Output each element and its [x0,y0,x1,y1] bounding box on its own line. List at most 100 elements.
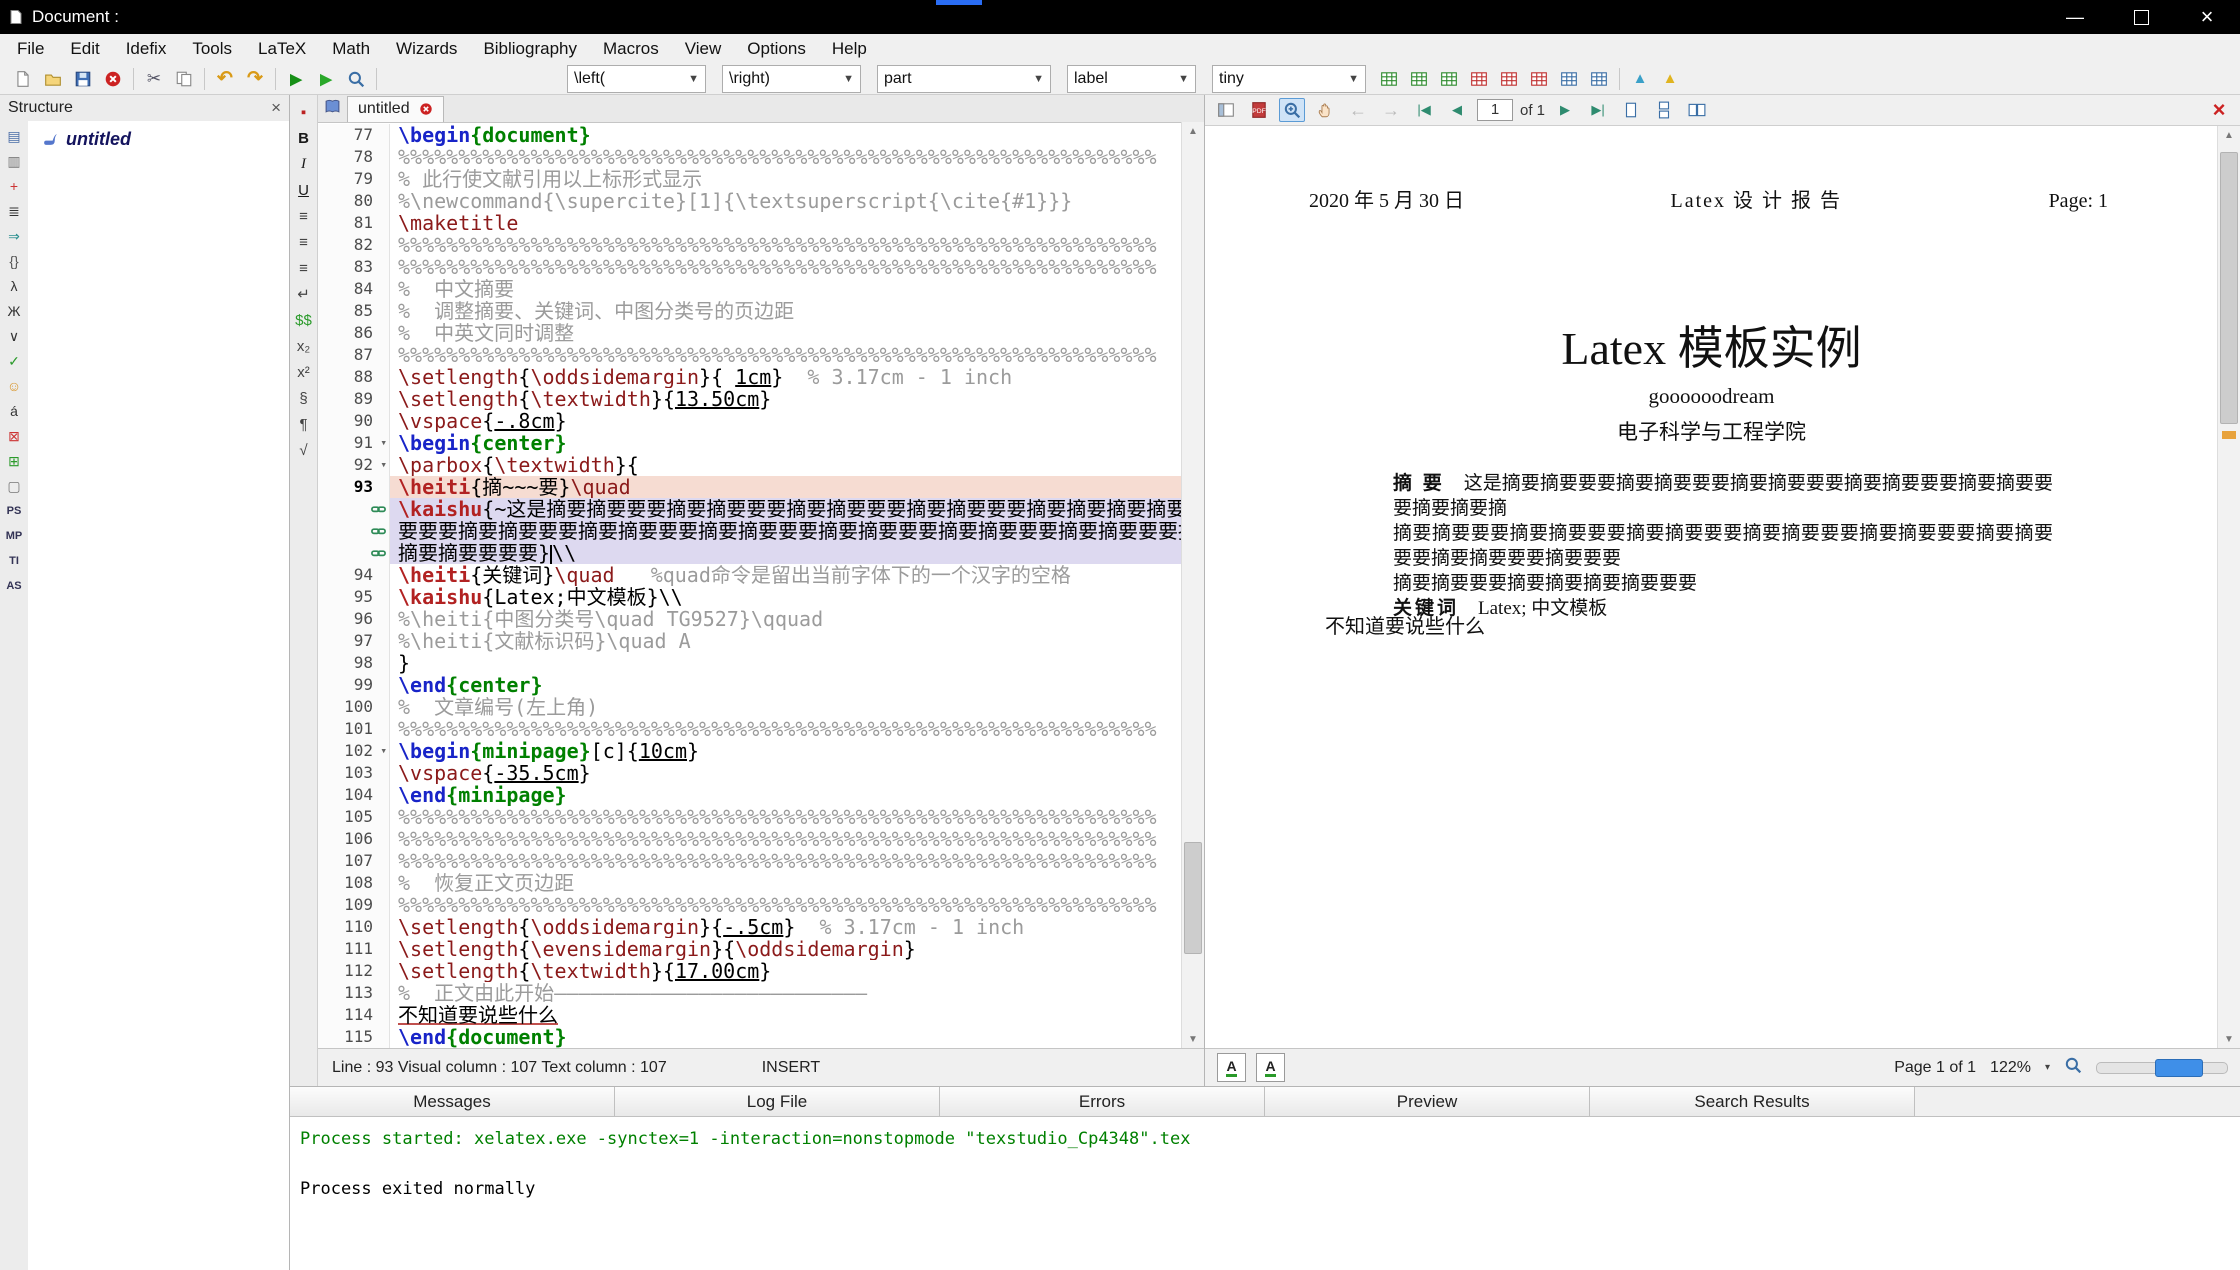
line-number-gutter[interactable] [318,520,390,542]
line-number-gutter[interactable]: 91 ▾ [318,432,390,454]
print-pdf-icon[interactable]: PDF [1246,98,1272,122]
output-tab-search-results[interactable]: Search Results [1590,1087,1915,1117]
zoom-slider[interactable] [2096,1058,2228,1077]
cut-icon[interactable]: ✂ [139,65,169,93]
section-symbol-icon[interactable]: § [292,387,316,409]
zoom-slider-thumb[interactable] [2155,1058,2203,1077]
code-line[interactable]: 112 \setlength{\textwidth}{17.00cm} [318,960,1182,982]
code-line[interactable]: 87%%%%%%%%%%%%%%%%%%%%%%%%%%%%%%%%%%%%%%… [318,344,1182,366]
tab-close-icon[interactable] [419,102,433,116]
zoom-out-icon[interactable] [2064,1056,2082,1079]
bullet-icon[interactable]: ▪ [292,101,316,123]
scroll-down-icon[interactable]: ▼ [1182,1030,1204,1048]
menu-item-view[interactable]: View [672,39,735,59]
menu-item-math[interactable]: Math [319,39,383,59]
line-number-gutter[interactable]: 94 [318,564,390,586]
code-line[interactable]: 100 % 文章编号(左上角) [318,696,1182,718]
fold-marker-icon[interactable]: ▾ [380,454,387,476]
line-number-gutter[interactable]: 113 [318,982,390,1004]
table-remove-column-icon[interactable] [1494,65,1524,93]
pdf-scrollbar-thumb[interactable] [2220,152,2238,424]
pdf-page[interactable]: 2020 年 5 月 30 日 Latex 设 计 报 告 Page: 1 La… [1205,126,2218,1048]
code-line[interactable]: 77 \begin{document} [318,124,1182,146]
line-number-gutter[interactable]: 105 [318,806,390,828]
linebreak-icon[interactable]: ↵ [292,283,316,305]
table-add-column-icon[interactable] [1434,65,1464,93]
line-number-gutter[interactable] [318,498,390,520]
output-tab-errors[interactable]: Errors [940,1087,1265,1117]
table-merge-icon[interactable] [1554,65,1584,93]
line-number-gutter[interactable]: 109 [318,894,390,916]
structure-close-icon[interactable]: × [271,98,281,118]
menu-item-idefix[interactable]: Idefix [113,39,180,59]
code-line[interactable]: 98} [318,652,1182,674]
arrow-symbols-icon[interactable]: ⇒ [2,225,26,247]
sectioning-combo[interactable]: part ▼ [877,64,1051,93]
underline-icon[interactable]: U [292,179,316,201]
code-line[interactable]: 78%%%%%%%%%%%%%%%%%%%%%%%%%%%%%%%%%%%%%%… [318,146,1182,168]
close-document-icon[interactable] [98,65,128,93]
code-line[interactable]: 90 \vspace{-.8cm} [318,410,1182,432]
line-number-gutter[interactable]: 88 [318,366,390,388]
line-number-gutter[interactable]: 108 [318,872,390,894]
fold-marker-icon[interactable]: ▾ [380,432,387,454]
code-line[interactable]: 94 \heiti{关键词}\quad %quad命令是留出当前字体下的一个汉字的… [318,564,1182,586]
code-line[interactable]: 84 % 中文摘要 [318,278,1182,300]
redo-icon[interactable]: ↷ [240,65,270,93]
line-number-gutter[interactable]: 93 [318,476,390,498]
code-line[interactable]: 104 \end{minipage} [318,784,1182,806]
relation-symbols-icon[interactable]: ≣ [2,200,26,222]
pdf-scrollbar[interactable]: ▲ ▼ [2217,126,2240,1048]
zoom-in-icon[interactable] [1279,98,1305,122]
code-line[interactable]: 114 不知道要说些什么 [318,1004,1182,1026]
metapost-panel-icon[interactable]: MP [2,525,26,547]
maximize-button[interactable] [2108,0,2174,34]
line-number-gutter[interactable]: 86 [318,322,390,344]
code-line[interactable]: 85 % 调整摘要、关键词、中图分类号的页边距 [318,300,1182,322]
open-file-icon[interactable] [38,65,68,93]
code-line[interactable]: 80 %\newcommand{\supercite}[1]{\textsuper… [318,190,1182,212]
code-line-wrap[interactable]: 摘要摘要要要要} \\ [318,542,1182,564]
line-number-gutter[interactable]: 81 [318,212,390,234]
first-page-icon[interactable]: |◀ [1411,98,1437,122]
copy-icon[interactable] [169,65,199,93]
line-number-gutter[interactable]: 101 [318,718,390,740]
greek-symbols-icon[interactable]: λ [2,275,26,297]
line-number-gutter[interactable]: 78 [318,146,390,168]
code-line[interactable]: 109%%%%%%%%%%%%%%%%%%%%%%%%%%%%%%%%%%%%%… [318,894,1182,916]
line-number-gutter[interactable]: 111 [318,938,390,960]
line-number-gutter[interactable]: 97 [318,630,390,652]
code-line[interactable]: 108 % 恢复正文页边距 [318,872,1182,894]
code-editor[interactable]: 77 \begin{document} 78%%%%%%%%%%%%%%%%%%%%… [318,122,1182,1048]
line-number-gutter[interactable]: 96 [318,608,390,630]
code-line[interactable]: 86 % 中英文同时调整 [318,322,1182,344]
line-number-gutter[interactable]: 114 [318,1004,390,1026]
code-line[interactable]: 111 \setlength{\evensidemargin}{\oddsidem… [318,938,1182,960]
menu-item-help[interactable]: Help [819,39,880,59]
tab-untitled[interactable]: untitled [347,95,444,122]
continuous-page-icon[interactable] [1651,98,1677,122]
table-align-icon[interactable] [1584,65,1614,93]
code-line[interactable]: 106%%%%%%%%%%%%%%%%%%%%%%%%%%%%%%%%%%%%%… [318,828,1182,850]
code-line[interactable]: 89 \setlength{\textwidth}{13.50cm} [318,388,1182,410]
scroll-up-icon[interactable]: ▲ [1182,122,1204,140]
menu-item-options[interactable]: Options [734,39,819,59]
line-number-gutter[interactable]: 77 [318,124,390,146]
undo-icon[interactable]: ↶ [210,65,240,93]
last-page-icon[interactable]: ▶| [1585,98,1611,122]
line-number-gutter[interactable]: 92 ▾ [318,454,390,476]
back-icon[interactable]: ← [1345,98,1371,122]
line-number-gutter[interactable]: 82 [318,234,390,256]
bookmarks-panel-icon[interactable]: ▥ [2,150,26,172]
menu-item-edit[interactable]: Edit [57,39,112,59]
prev-page-icon[interactable]: ◀ [1444,98,1470,122]
line-number-gutter[interactable]: 106 [318,828,390,850]
reference-combo[interactable]: label ▼ [1067,64,1196,93]
code-line[interactable]: 95 \kaishu{Latex;中文模板}\\ [318,586,1182,608]
subscript-icon[interactable]: x₂ [292,335,316,357]
page-number-input[interactable]: 1 [1477,99,1513,121]
menu-item-file[interactable]: File [4,39,57,59]
code-line[interactable]: 93 \heiti{摘~~~要}\quad [318,476,1182,498]
close-button[interactable]: × [2174,0,2240,34]
line-number-gutter[interactable]: 112 [318,960,390,982]
